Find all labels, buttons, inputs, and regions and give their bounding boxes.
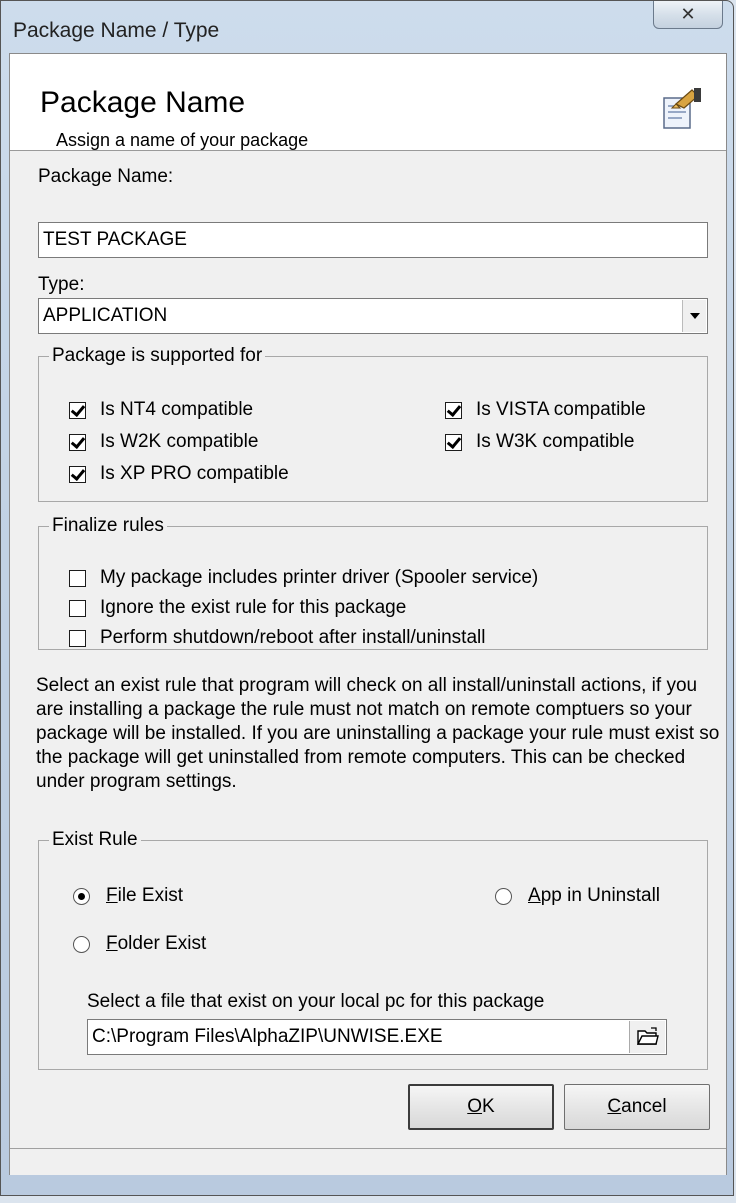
- checkbox-shutdown-reboot-box[interactable]: [69, 629, 86, 647]
- radio-folder-exist-button[interactable]: [73, 935, 90, 953]
- checkbox-ignore-exist-rule[interactable]: Ignore the exist rule for this package: [69, 597, 406, 619]
- checkbox-w3k-box[interactable]: [445, 433, 462, 451]
- checkbox-w2k-box[interactable]: [69, 433, 86, 451]
- package-name-label: Package Name:: [38, 166, 174, 187]
- radio-app-in-uninstall-button[interactable]: [495, 887, 512, 905]
- cancel-label-accel: C: [607, 1096, 622, 1117]
- checkbox-shutdown-reboot[interactable]: Perform shutdown/reboot after install/un…: [69, 627, 485, 649]
- checkbox-nt4-box[interactable]: [69, 401, 86, 419]
- cancel-button[interactable]: Cancel: [564, 1084, 710, 1130]
- checkbox-w2k-label: Is W2K compatible: [100, 431, 259, 452]
- type-selected-value: APPLICATION: [43, 305, 168, 326]
- type-label: Type:: [38, 274, 85, 295]
- radio-app-in-uninstall[interactable]: App in Uninstall: [495, 885, 660, 907]
- package-name-input[interactable]: TEST PACKAGE: [38, 222, 708, 258]
- checkbox-nt4-label: Is NT4 compatible: [100, 399, 254, 420]
- checkbox-vista-box[interactable]: [445, 401, 462, 419]
- type-select[interactable]: APPLICATION: [38, 298, 708, 334]
- header-subtitle: Assign a name of your package: [56, 130, 309, 150]
- radio-file-exist[interactable]: File Exist: [73, 885, 183, 907]
- close-icon: ✕: [680, 4, 696, 24]
- radio-file-exist-label: File Exist: [106, 885, 184, 906]
- radio-app-in-uninstall-label: App in Uninstall: [528, 885, 661, 906]
- radio-folder-exist[interactable]: Folder Exist: [73, 933, 206, 955]
- checkbox-xp-pro-box[interactable]: [69, 465, 86, 483]
- header-panel: Package Name Assign a name of your packa…: [10, 54, 726, 151]
- window-title: Package Name / Type: [13, 19, 220, 42]
- checkbox-xp-pro-label: Is XP PRO compatible: [100, 463, 289, 484]
- supported-legend: Package is supported for: [49, 345, 266, 367]
- exist-rule-groupbox: Exist Rule File Exist Folder Exist App i…: [38, 829, 708, 1070]
- radio-folder-exist-label: Folder Exist: [106, 933, 207, 954]
- file-path-value: C:\Program Files\AlphaZIP\UNWISE.EXE: [92, 1026, 443, 1047]
- radio-file-exist-button[interactable]: [73, 887, 90, 905]
- checkbox-shutdown-reboot-label: Perform shutdown/reboot after install/un…: [100, 627, 486, 648]
- header-title: Package Name: [40, 86, 246, 119]
- checkbox-xp-pro[interactable]: Is XP PRO compatible: [69, 463, 289, 485]
- dialog-window: Package Name / Type ✕ Package Name Assig…: [0, 0, 734, 1196]
- cancel-label: ancel: [621, 1096, 667, 1117]
- ok-label-accel: O: [467, 1096, 483, 1117]
- checkbox-printer-driver[interactable]: My package includes printer driver (Spoo…: [69, 567, 538, 589]
- finalize-groupbox: Finalize rules My package includes print…: [38, 515, 708, 650]
- ok-button[interactable]: OK: [408, 1084, 554, 1130]
- checkbox-ignore-exist-rule-box[interactable]: [69, 599, 86, 617]
- package-name-value: TEST PACKAGE: [43, 229, 187, 250]
- dropdown-arrow-icon[interactable]: [682, 300, 706, 332]
- open-folder-icon: [636, 1027, 659, 1045]
- package-wizard-icon: [663, 88, 701, 129]
- file-path-input[interactable]: C:\Program Files\AlphaZIP\UNWISE.EXE: [87, 1019, 667, 1055]
- checkbox-w3k-label: Is W3K compatible: [476, 431, 635, 452]
- checkbox-vista-label: Is VISTA compatible: [476, 399, 646, 420]
- exist-rule-description: Select an exist rule that program will c…: [36, 675, 720, 792]
- status-bar: [10, 1148, 726, 1175]
- checkbox-w3k[interactable]: Is W3K compatible: [445, 431, 634, 453]
- file-select-label: Select a file that exist on your local p…: [87, 991, 545, 1012]
- ok-label: K: [482, 1096, 495, 1117]
- checkbox-printer-driver-label: My package includes printer driver (Spoo…: [100, 567, 539, 588]
- supported-groupbox: Package is supported for Is NT4 compatib…: [38, 345, 708, 502]
- dialog-client-area: Package Name Assign a name of your packa…: [9, 53, 727, 1175]
- close-button[interactable]: ✕: [653, 1, 723, 29]
- finalize-legend: Finalize rules: [49, 515, 167, 537]
- checkbox-ignore-exist-rule-label: Ignore the exist rule for this package: [100, 597, 407, 618]
- exist-rule-legend: Exist Rule: [49, 829, 141, 851]
- browse-button[interactable]: [629, 1021, 665, 1053]
- checkbox-vista[interactable]: Is VISTA compatible: [445, 399, 646, 421]
- checkbox-printer-driver-box[interactable]: [69, 569, 86, 587]
- checkbox-w2k[interactable]: Is W2K compatible: [69, 431, 258, 453]
- checkbox-nt4[interactable]: Is NT4 compatible: [69, 399, 253, 421]
